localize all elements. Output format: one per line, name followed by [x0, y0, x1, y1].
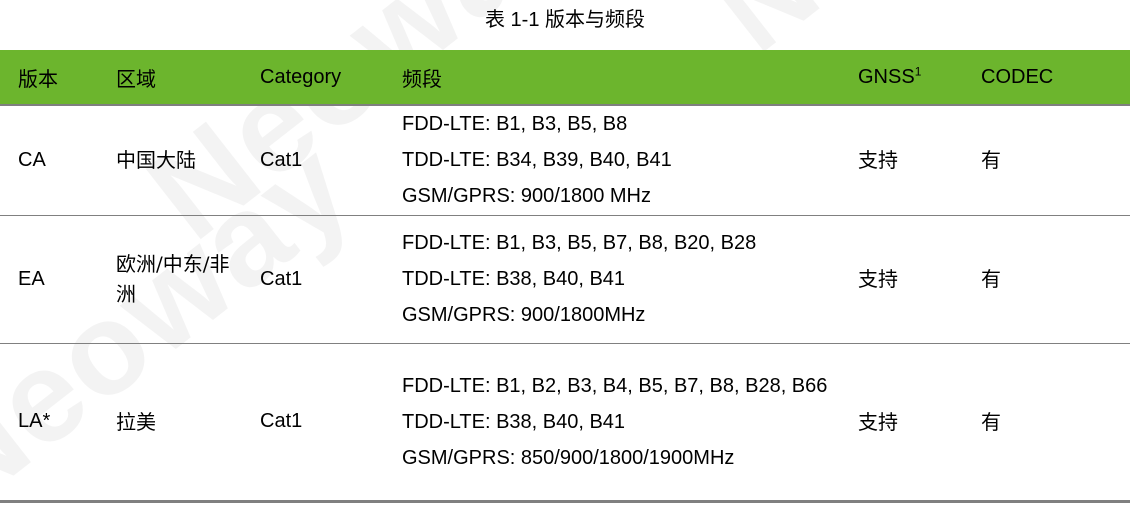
cell-codec-text: 有 — [981, 267, 1001, 291]
gnss-footnote-marker: 1 — [914, 63, 922, 78]
cell-region-text: 欧洲/中东/非洲 — [116, 252, 230, 306]
cell-codec: 有 — [975, 215, 1130, 344]
cell-gnss: 支持 — [852, 105, 975, 216]
column-header-region: 区域 — [100, 50, 244, 106]
cell-gnss-text: 支持 — [858, 267, 898, 291]
cell-version: CA — [0, 105, 100, 216]
bands-line: TDD-LTE: B34, B39, B40, B41 — [402, 149, 672, 172]
cell-bands: FDD-LTE: B1, B3, B5, B8 TDD-LTE: B34, B3… — [390, 105, 852, 216]
cell-category: Cat1 — [244, 215, 390, 344]
column-header-category: Category — [244, 50, 390, 106]
cell-gnss-text: 支持 — [858, 409, 898, 434]
cell-category: Cat1 — [244, 343, 390, 503]
cell-region: 欧洲/中东/非洲 — [100, 215, 244, 344]
table-header: 版本 区域 Category 频段 GNSS1 CODEC — [0, 50, 1130, 106]
column-header-bands: 频段 — [390, 50, 852, 106]
bands-list: FDD-LTE: B1, B2, B3, B4, B5, B7, B8, B28… — [402, 368, 852, 476]
version-band-table: 版本 区域 Category 频段 GNSS1 CODEC CA 中国大陆 Ca… — [0, 50, 1130, 503]
cell-region: 中国大陆 — [100, 105, 244, 216]
cell-gnss: 支持 — [852, 215, 975, 344]
bands-line: FDD-LTE: B1, B3, B5, B8 — [402, 113, 628, 136]
cell-gnss-text: 支持 — [858, 148, 898, 173]
cell-codec: 有 — [975, 105, 1130, 216]
cell-region-text: 中国大陆 — [116, 148, 196, 173]
table-row: EA 欧洲/中东/非洲 Cat1 FDD-LTE: B1, B3, B5, B7… — [0, 215, 1130, 344]
table-header-row: 版本 区域 Category 频段 GNSS1 CODEC — [0, 50, 1130, 106]
table-caption: 表 1-1 版本与频段 — [484, 9, 646, 31]
bands-line: TDD-LTE: B38, B40, B41 — [402, 410, 626, 433]
bands-line: FDD-LTE: B1, B3, B5, B7, B8, B20, B28 — [402, 232, 757, 254]
cell-version: LA* — [0, 343, 100, 503]
cell-region: 拉美 — [100, 343, 244, 503]
column-header-gnss-label: GNSS — [858, 65, 915, 88]
spec-table-container: 版本 区域 Category 频段 GNSS1 CODEC CA 中国大陆 Ca… — [0, 50, 1130, 503]
bands-list: FDD-LTE: B1, B3, B5, B8 TDD-LTE: B34, B3… — [402, 106, 852, 214]
cell-bands: FDD-LTE: B1, B3, B5, B7, B8, B20, B28 TD… — [390, 215, 852, 344]
bands-line: GSM/GPRS: 850/900/1800/1900MHz — [402, 446, 735, 469]
column-header-gnss: GNSS1 — [852, 50, 975, 106]
table-row: CA 中国大陆 Cat1 FDD-LTE: B1, B3, B5, B8 TDD… — [0, 105, 1130, 216]
bands-list: FDD-LTE: B1, B3, B5, B7, B8, B20, B28 TD… — [402, 225, 852, 333]
cell-codec-text: 有 — [981, 148, 1001, 173]
bands-line: TDD-LTE: B38, B40, B41 — [402, 268, 626, 290]
cell-codec-text: 有 — [981, 409, 1001, 434]
column-header-version: 版本 — [0, 50, 100, 106]
cell-codec: 有 — [975, 343, 1130, 503]
cell-bands: FDD-LTE: B1, B2, B3, B4, B5, B7, B8, B28… — [390, 343, 852, 503]
bands-line: GSM/GPRS: 900/1800 MHz — [402, 185, 651, 208]
cell-region-text: 拉美 — [116, 409, 156, 434]
cell-gnss: 支持 — [852, 343, 975, 503]
cell-version: EA — [0, 215, 100, 344]
table-row: LA* 拉美 Cat1 FDD-LTE: B1, B2, B3, B4, B5,… — [0, 343, 1130, 503]
cell-category: Cat1 — [244, 105, 390, 216]
bands-line: FDD-LTE: B1, B2, B3, B4, B5, B7, B8, B28… — [402, 374, 828, 397]
column-header-codec: CODEC — [975, 50, 1130, 106]
table-body: CA 中国大陆 Cat1 FDD-LTE: B1, B3, B5, B8 TDD… — [0, 105, 1130, 503]
bands-line: GSM/GPRS: 900/1800MHz — [402, 304, 646, 326]
